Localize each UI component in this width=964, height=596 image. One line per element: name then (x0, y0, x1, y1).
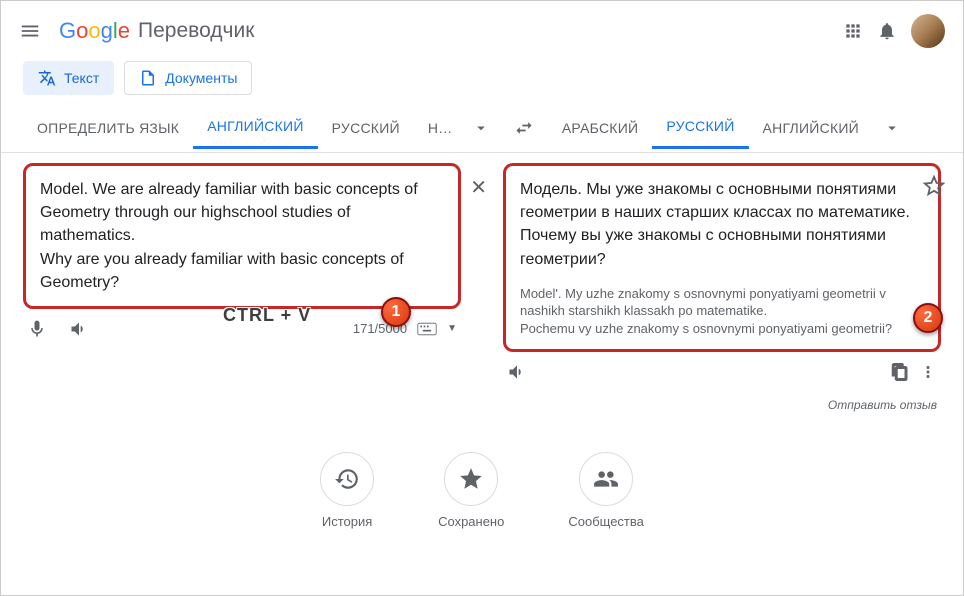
history-label: История (320, 514, 374, 529)
people-icon (579, 452, 633, 506)
app-title: Переводчик (138, 19, 254, 43)
tgt-lang-english[interactable]: АНГЛИЙСКИЙ (749, 108, 873, 148)
transliteration: Model'. My uzhe znakomy s osnovnymi pony… (520, 285, 924, 338)
speaker-icon[interactable] (69, 319, 89, 339)
notifications-icon[interactable] (877, 21, 897, 41)
swap-icon[interactable] (500, 118, 548, 138)
mode-docs-button[interactable]: Документы (124, 61, 252, 95)
community-button[interactable]: Сообщества (568, 452, 644, 529)
avatar[interactable] (911, 14, 945, 48)
src-lang-russian[interactable]: РУССКИЙ (318, 108, 414, 148)
detect-lang-tab[interactable]: ОПРЕДЕЛИТЬ ЯЗЫК (23, 108, 193, 148)
annotation-badge-2: 2 (913, 303, 943, 333)
history-button[interactable]: История (320, 452, 374, 529)
saved-button[interactable]: Сохранено (438, 452, 504, 529)
annotation-badge-1: 1 (381, 297, 411, 327)
keyboard-icon[interactable] (417, 322, 437, 336)
speaker-icon[interactable] (507, 362, 527, 382)
star-filled-icon (444, 452, 498, 506)
chevron-down-icon[interactable] (462, 119, 500, 137)
history-icon (320, 452, 374, 506)
translation-text: Модель. Мы уже знакомы с основными понят… (520, 178, 924, 271)
annotation-hint: CTRL + V (223, 305, 311, 326)
menu-icon[interactable] (19, 20, 41, 42)
star-icon[interactable] (923, 175, 945, 197)
chevron-down-icon[interactable] (873, 119, 911, 137)
copy-icon[interactable] (891, 363, 909, 381)
src-lang-english[interactable]: АНГЛИЙСКИЙ (193, 106, 317, 149)
apps-icon[interactable] (843, 21, 863, 41)
src-lang-german[interactable]: НЕМЕ (414, 108, 462, 148)
more-icon[interactable] (919, 363, 937, 381)
clear-icon[interactable]: ✕ (470, 175, 487, 200)
mic-icon[interactable] (27, 319, 47, 339)
mode-docs-label: Документы (165, 70, 237, 86)
community-label: Сообщества (568, 514, 644, 529)
saved-label: Сохранено (438, 514, 504, 529)
tgt-lang-russian[interactable]: РУССКИЙ (652, 106, 748, 149)
mode-text-button[interactable]: Текст (23, 61, 114, 95)
tgt-lang-arabic[interactable]: АРАБСКИЙ (548, 108, 653, 148)
source-text-area[interactable]: Model. We are already familiar with basi… (23, 163, 461, 309)
feedback-link[interactable]: Отправить отзыв (1, 392, 963, 412)
translation-output: Модель. Мы уже знакомы с основными понят… (503, 163, 941, 352)
mode-text-label: Текст (64, 70, 99, 86)
logo: Google Переводчик (59, 18, 254, 44)
